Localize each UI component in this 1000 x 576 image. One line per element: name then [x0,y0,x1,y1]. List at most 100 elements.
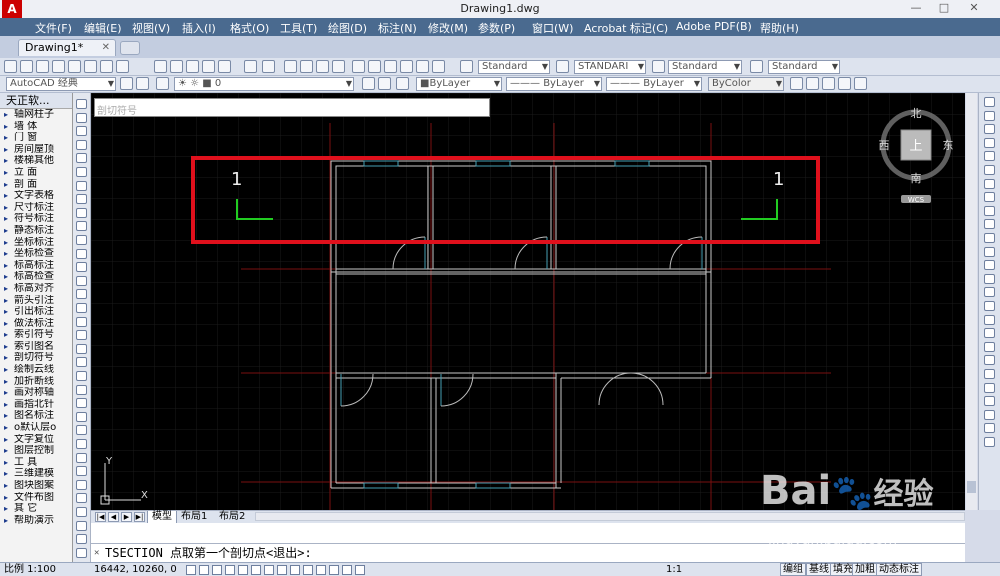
modify-tool-icon[interactable] [984,328,995,339]
zoom-realtime-icon[interactable] [300,60,313,73]
menu-insert[interactable]: 插入(I) [182,20,216,36]
plot-icon[interactable] [52,60,65,73]
multileader-style-icon[interactable] [750,60,763,73]
tangent-menu-item[interactable]: ▸ 绘制云线 [0,364,72,376]
workspace-settings-icon[interactable] [120,77,133,90]
redo-icon[interactable] [262,60,275,73]
command-line[interactable]: ✕ TSECTION 点取第一个剖切点<退出>: [91,543,965,562]
draw-tool-icon[interactable] [76,99,87,109]
menu-help[interactable]: 帮助(H) [760,20,799,36]
tangent-menu-item[interactable]: ▸ 文字表格 [0,190,72,202]
table-style-icon[interactable] [652,60,665,73]
close-icon[interactable]: ✕ [962,0,986,16]
draw-tool-icon[interactable] [76,289,87,300]
next-tab-icon[interactable]: ▶ [121,512,132,522]
modify-tool-icon[interactable] [984,437,995,447]
modify-tool-icon[interactable] [984,192,995,203]
modify-tool-icon[interactable] [984,301,995,311]
tangent-menu-item[interactable]: ▸ 坐标检查 [0,248,72,260]
tangent-menu-item[interactable]: ▸ 加折断线 [0,376,72,388]
modify-tool-icon[interactable] [984,396,995,407]
modify-tool-icon[interactable] [984,314,995,325]
tangent-menu-item[interactable]: ▸ 剖切符号 [0,352,72,364]
block-editor-icon[interactable] [218,60,231,73]
modify-tool-icon[interactable] [984,355,995,366]
tangent-menu-item[interactable]: ▸ 帮助演示 [0,515,72,527]
osnap-icon[interactable] [238,565,248,575]
modify-tool-icon[interactable] [984,423,995,434]
make-current-icon[interactable] [362,77,375,90]
modify-tool-icon[interactable] [984,409,995,420]
draw-tool-icon[interactable] [76,493,87,504]
draw-tool-icon[interactable] [76,330,87,341]
menu-window[interactable]: 窗口(W) [532,20,573,36]
table-style-select[interactable]: Standard ▼ [668,60,742,74]
close-cmd-icon[interactable]: ✕ [94,544,99,563]
draw-tool-icon[interactable] [76,343,87,354]
sheet-set-icon[interactable] [400,60,413,73]
tangent-menu-item[interactable]: ▸ 画对称轴 [0,387,72,399]
maximize-icon[interactable]: □ [932,0,956,16]
menu-draw[interactable]: 绘图(D) [328,20,367,36]
draw-tool-icon[interactable] [76,534,87,545]
qp-icon[interactable] [329,565,339,575]
tangent-menu-item[interactable]: ▸ 三维建模 [0,468,72,480]
modify-tool-icon[interactable] [984,137,995,148]
drawing-canvas[interactable]: 1 1 Y X 上 北 南 东 西 WCS [91,93,965,510]
sc-icon[interactable] [342,565,352,575]
modify-tool-icon[interactable] [984,97,995,107]
draw-tool-icon[interactable] [76,520,87,531]
draw-tool-icon[interactable] [76,235,87,245]
otrack-icon[interactable] [264,565,274,575]
layer-previous-icon[interactable] [378,77,391,90]
multileader-style-select[interactable]: Standard ▼ [768,60,840,74]
modify-tool-icon[interactable] [984,273,995,284]
tangent-menu-item[interactable]: ▸ 文字复位 [0,434,72,446]
menu-adobe-pdf[interactable]: Adobe PDF(B) [676,20,752,33]
modify-tool-icon[interactable] [984,110,995,121]
draw-tool-icon[interactable] [76,180,87,191]
tangent-menu-item[interactable]: ▸ 立 面 [0,167,72,179]
draw-tool-icon[interactable] [76,248,87,259]
design-center-icon[interactable] [368,60,381,73]
horizontal-scrollbar[interactable] [255,512,965,521]
tangent-menu-item[interactable]: ▸ 其 它 [0,503,72,515]
tangent-menu-item[interactable]: ▸ 尺寸标注 [0,202,72,214]
tangent-menu-item[interactable]: ▸ 索引符号 [0,329,72,341]
draw-tool-icon[interactable] [76,466,87,477]
tangent-menu-item[interactable]: ▸ 做法标注 [0,318,72,330]
prev-tab-icon[interactable]: ◀ [108,512,119,522]
tangent-menu-item[interactable]: ▸ 符号标注 [0,213,72,225]
color-select[interactable]: ■ByLayer ▼ [416,77,502,91]
modify-tool-icon[interactable] [984,151,995,162]
draw-tool-icon[interactable] [76,439,87,449]
menu-view[interactable]: 视图(V) [132,20,170,36]
draw-tool-icon[interactable] [76,221,87,232]
draw-tool-icon[interactable] [76,262,87,273]
annotation-scale[interactable]: 1:1 [666,563,682,576]
3dosnap-icon[interactable] [251,565,261,575]
layer-states-icon[interactable] [396,77,409,90]
draw-tool-icon[interactable] [76,425,87,436]
cut-icon[interactable] [154,60,167,73]
tangent-menu-item[interactable]: ▸ 文件布图 [0,492,72,504]
draw-tool-icon[interactable] [76,126,87,137]
zoom-window-icon[interactable] [316,60,329,73]
tool-icon-d[interactable] [838,77,851,90]
tool-icon-a[interactable] [790,77,803,90]
modify-tool-icon[interactable] [984,246,995,257]
dyn-icon[interactable] [290,565,300,575]
tangent-menu-item[interactable]: ▸ 箭头引注 [0,295,72,307]
modify-tool-icon[interactable] [984,260,995,271]
draw-tool-icon[interactable] [76,316,87,327]
tangent-menu-item[interactable]: ▸ 工 具 [0,457,72,469]
ortho-icon[interactable] [212,565,222,575]
dim-style-select[interactable]: STANDARI ▼ [574,60,646,74]
grid-icon[interactable] [199,565,209,575]
tool-icon-b[interactable] [806,77,819,90]
lwt-icon[interactable] [303,565,313,575]
tpy-icon[interactable] [316,565,326,575]
last-tab-icon[interactable]: ▶| [134,512,145,522]
bold-toggle[interactable]: 加粗 [852,563,878,576]
text-style-icon[interactable] [460,60,473,73]
